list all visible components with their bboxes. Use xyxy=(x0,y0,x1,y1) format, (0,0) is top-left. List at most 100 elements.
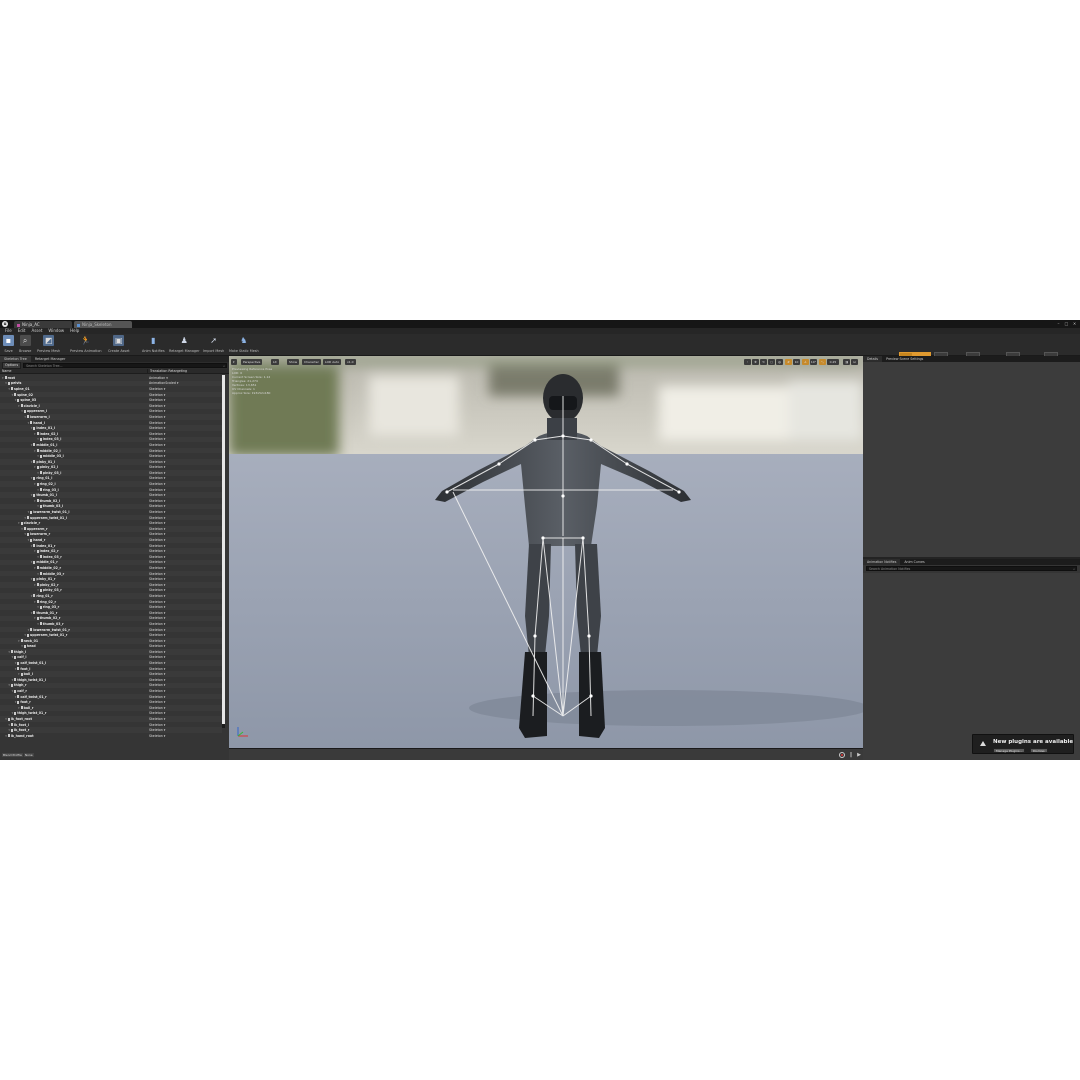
expand-arrow-icon[interactable]: ▾ xyxy=(31,493,33,497)
expand-arrow-icon[interactable]: ▾ xyxy=(37,588,39,592)
retarget-dropdown[interactable]: Skeleton ▾ xyxy=(149,678,165,682)
expand-arrow-icon[interactable]: ▾ xyxy=(24,633,26,637)
retarget-dropdown[interactable]: Skeleton ▾ xyxy=(149,549,165,553)
expand-arrow-icon[interactable]: ▾ xyxy=(12,678,14,682)
expand-arrow-icon[interactable]: ▾ xyxy=(12,655,14,659)
playback-speed-button[interactable]: x1.0 xyxy=(345,359,356,365)
retarget-dropdown[interactable]: Skeleton ▾ xyxy=(149,504,165,508)
retarget-dropdown[interactable]: Skeleton ▾ xyxy=(149,409,165,413)
expand-arrow-icon[interactable]: ▾ xyxy=(24,516,26,520)
expand-arrow-icon[interactable]: ▾ xyxy=(12,393,14,397)
expand-arrow-icon[interactable]: ▾ xyxy=(37,572,39,576)
retarget-dropdown[interactable]: Skeleton ▾ xyxy=(149,600,165,604)
retarget-dropdown[interactable]: Skeleton ▾ xyxy=(149,605,165,609)
retarget-dropdown[interactable]: Skeleton ▾ xyxy=(149,633,165,637)
expand-arrow-icon[interactable]: ▾ xyxy=(24,532,26,536)
retarget-dropdown[interactable]: Skeleton ▾ xyxy=(149,723,165,727)
expand-arrow-icon[interactable]: ▾ xyxy=(21,644,23,648)
rotation-snap-value[interactable]: 10° xyxy=(810,359,817,365)
tab-retarget-manager[interactable]: Retarget Manager xyxy=(31,356,70,362)
import-mesh-button[interactable]: ➚ Import Mesh xyxy=(203,335,224,355)
expand-arrow-icon[interactable]: ▾ xyxy=(34,549,36,553)
retarget-dropdown[interactable]: Skeleton ▾ xyxy=(149,460,165,464)
lit-button[interactable]: Lit xyxy=(271,359,279,365)
retarget-dropdown[interactable]: Skeleton ▾ xyxy=(149,695,165,699)
retarget-dropdown[interactable]: Skeleton ▾ xyxy=(149,700,165,704)
tab-asset[interactable]: Ninja_AC xyxy=(14,321,72,328)
options-button[interactable]: Options xyxy=(2,362,22,369)
expand-arrow-icon[interactable]: ▾ xyxy=(2,376,4,380)
expand-arrow-icon[interactable]: ▾ xyxy=(12,711,14,715)
expand-arrow-icon[interactable]: ▾ xyxy=(34,616,36,620)
create-asset-button[interactable]: ▣ Create Asset xyxy=(108,335,130,355)
retarget-dropdown[interactable]: Skeleton ▾ xyxy=(149,521,165,525)
minimize-icon[interactable]: – xyxy=(1056,321,1061,326)
retarget-dropdown[interactable]: Skeleton ▾ xyxy=(149,527,165,531)
record-icon[interactable] xyxy=(839,752,845,758)
expand-arrow-icon[interactable]: ▾ xyxy=(8,683,10,687)
expand-arrow-icon[interactable]: ▾ xyxy=(34,583,36,587)
retarget-dropdown[interactable]: Skeleton ▾ xyxy=(149,655,165,659)
manage-plugins-button[interactable]: Manage Plugins... xyxy=(993,748,1026,753)
expand-arrow-icon[interactable]: ▾ xyxy=(15,700,17,704)
expand-arrow-icon[interactable]: ▾ xyxy=(31,476,33,480)
browse-button[interactable]: ⌕ Browse xyxy=(19,335,31,355)
retarget-dropdown[interactable]: AnimationScaled ▾ xyxy=(149,381,178,385)
column-name[interactable]: Name xyxy=(0,369,148,373)
blend-profile-value[interactable]: None xyxy=(23,753,34,757)
preview-viewport[interactable]: ▾ Perspective Lit Show Character LOD Aut… xyxy=(229,356,863,748)
expand-arrow-icon[interactable]: ▾ xyxy=(37,488,39,492)
expand-arrow-icon[interactable]: ▾ xyxy=(18,521,20,525)
bone-list-scrollbar[interactable] xyxy=(222,375,225,728)
retarget-dropdown[interactable]: Skeleton ▾ xyxy=(149,532,165,536)
expand-arrow-icon[interactable]: ▾ xyxy=(15,695,17,699)
expand-arrow-icon[interactable]: ▾ xyxy=(31,443,33,447)
character-button[interactable]: Character xyxy=(302,359,321,365)
expand-arrow-icon[interactable]: ▾ xyxy=(34,465,36,469)
retarget-dropdown[interactable]: Skeleton ▾ xyxy=(149,415,165,419)
expand-arrow-icon[interactable]: ▾ xyxy=(8,387,10,391)
retarget-dropdown[interactable]: Skeleton ▾ xyxy=(149,488,165,492)
lod-auto-button[interactable]: LOD Auto xyxy=(323,359,342,365)
retarget-dropdown[interactable]: Skeleton ▾ xyxy=(149,387,165,391)
maximize-icon[interactable]: □ xyxy=(1064,321,1069,326)
expand-arrow-icon[interactable]: ▾ xyxy=(34,600,36,604)
retarget-dropdown[interactable]: Skeleton ▾ xyxy=(149,711,165,715)
expand-arrow-icon[interactable]: ▾ xyxy=(28,421,30,425)
make-static-mesh-button[interactable]: ♞ Make Static Mesh xyxy=(229,335,259,355)
retarget-dropdown[interactable]: Skeleton ▾ xyxy=(149,465,165,469)
retarget-dropdown[interactable]: Skeleton ▾ xyxy=(149,728,165,732)
retarget-dropdown[interactable]: Skeleton ▾ xyxy=(149,639,165,643)
retarget-dropdown[interactable]: Skeleton ▾ xyxy=(149,499,165,503)
expand-arrow-icon[interactable]: ▾ xyxy=(24,415,26,419)
retarget-dropdown[interactable]: Skeleton ▾ xyxy=(149,667,165,671)
expand-arrow-icon[interactable]: ▾ xyxy=(18,706,20,710)
tab-anim-curves[interactable]: Anim Curves xyxy=(900,559,928,565)
retarget-dropdown[interactable]: Animation ▾ xyxy=(149,376,168,380)
play-forward-icon[interactable]: ▶ xyxy=(856,752,862,758)
expand-arrow-icon[interactable]: ▾ xyxy=(37,605,39,609)
anim-notifies-button[interactable]: ▮ Anim Notifies xyxy=(142,335,165,355)
expand-arrow-icon[interactable]: ▾ xyxy=(37,504,39,508)
grid-snap-value[interactable]: 10 xyxy=(793,359,800,365)
expand-arrow-icon[interactable]: ▾ xyxy=(21,409,23,413)
expand-arrow-icon[interactable]: ▾ xyxy=(8,728,10,732)
expand-arrow-icon[interactable]: ▾ xyxy=(37,555,39,559)
expand-arrow-icon[interactable]: ▾ xyxy=(37,622,39,626)
retarget-dropdown[interactable]: Skeleton ▾ xyxy=(149,404,165,408)
scrollbar-thumb[interactable] xyxy=(222,375,225,724)
retarget-dropdown[interactable]: Skeleton ▾ xyxy=(149,443,165,447)
expand-arrow-icon[interactable]: ▾ xyxy=(31,594,33,598)
grid-snap-icon[interactable]: # xyxy=(785,359,792,365)
retarget-dropdown[interactable]: Skeleton ▾ xyxy=(149,398,165,402)
expand-arrow-icon[interactable]: ▾ xyxy=(18,639,20,643)
skeleton-search-input[interactable]: Search Skeleton Tree... ⌕ xyxy=(23,363,227,368)
retarget-dropdown[interactable]: Skeleton ▾ xyxy=(149,689,165,693)
expand-arrow-icon[interactable]: ▾ xyxy=(28,510,30,514)
retarget-dropdown[interactable]: Skeleton ▾ xyxy=(149,393,165,397)
expand-arrow-icon[interactable]: ▾ xyxy=(12,689,14,693)
preview-animation-button[interactable]: 🏃 Preview Animation xyxy=(70,335,102,355)
expand-arrow-icon[interactable]: ▾ xyxy=(37,471,39,475)
save-button[interactable]: ▪ Save xyxy=(3,335,14,355)
retarget-dropdown[interactable]: Skeleton ▾ xyxy=(149,493,165,497)
